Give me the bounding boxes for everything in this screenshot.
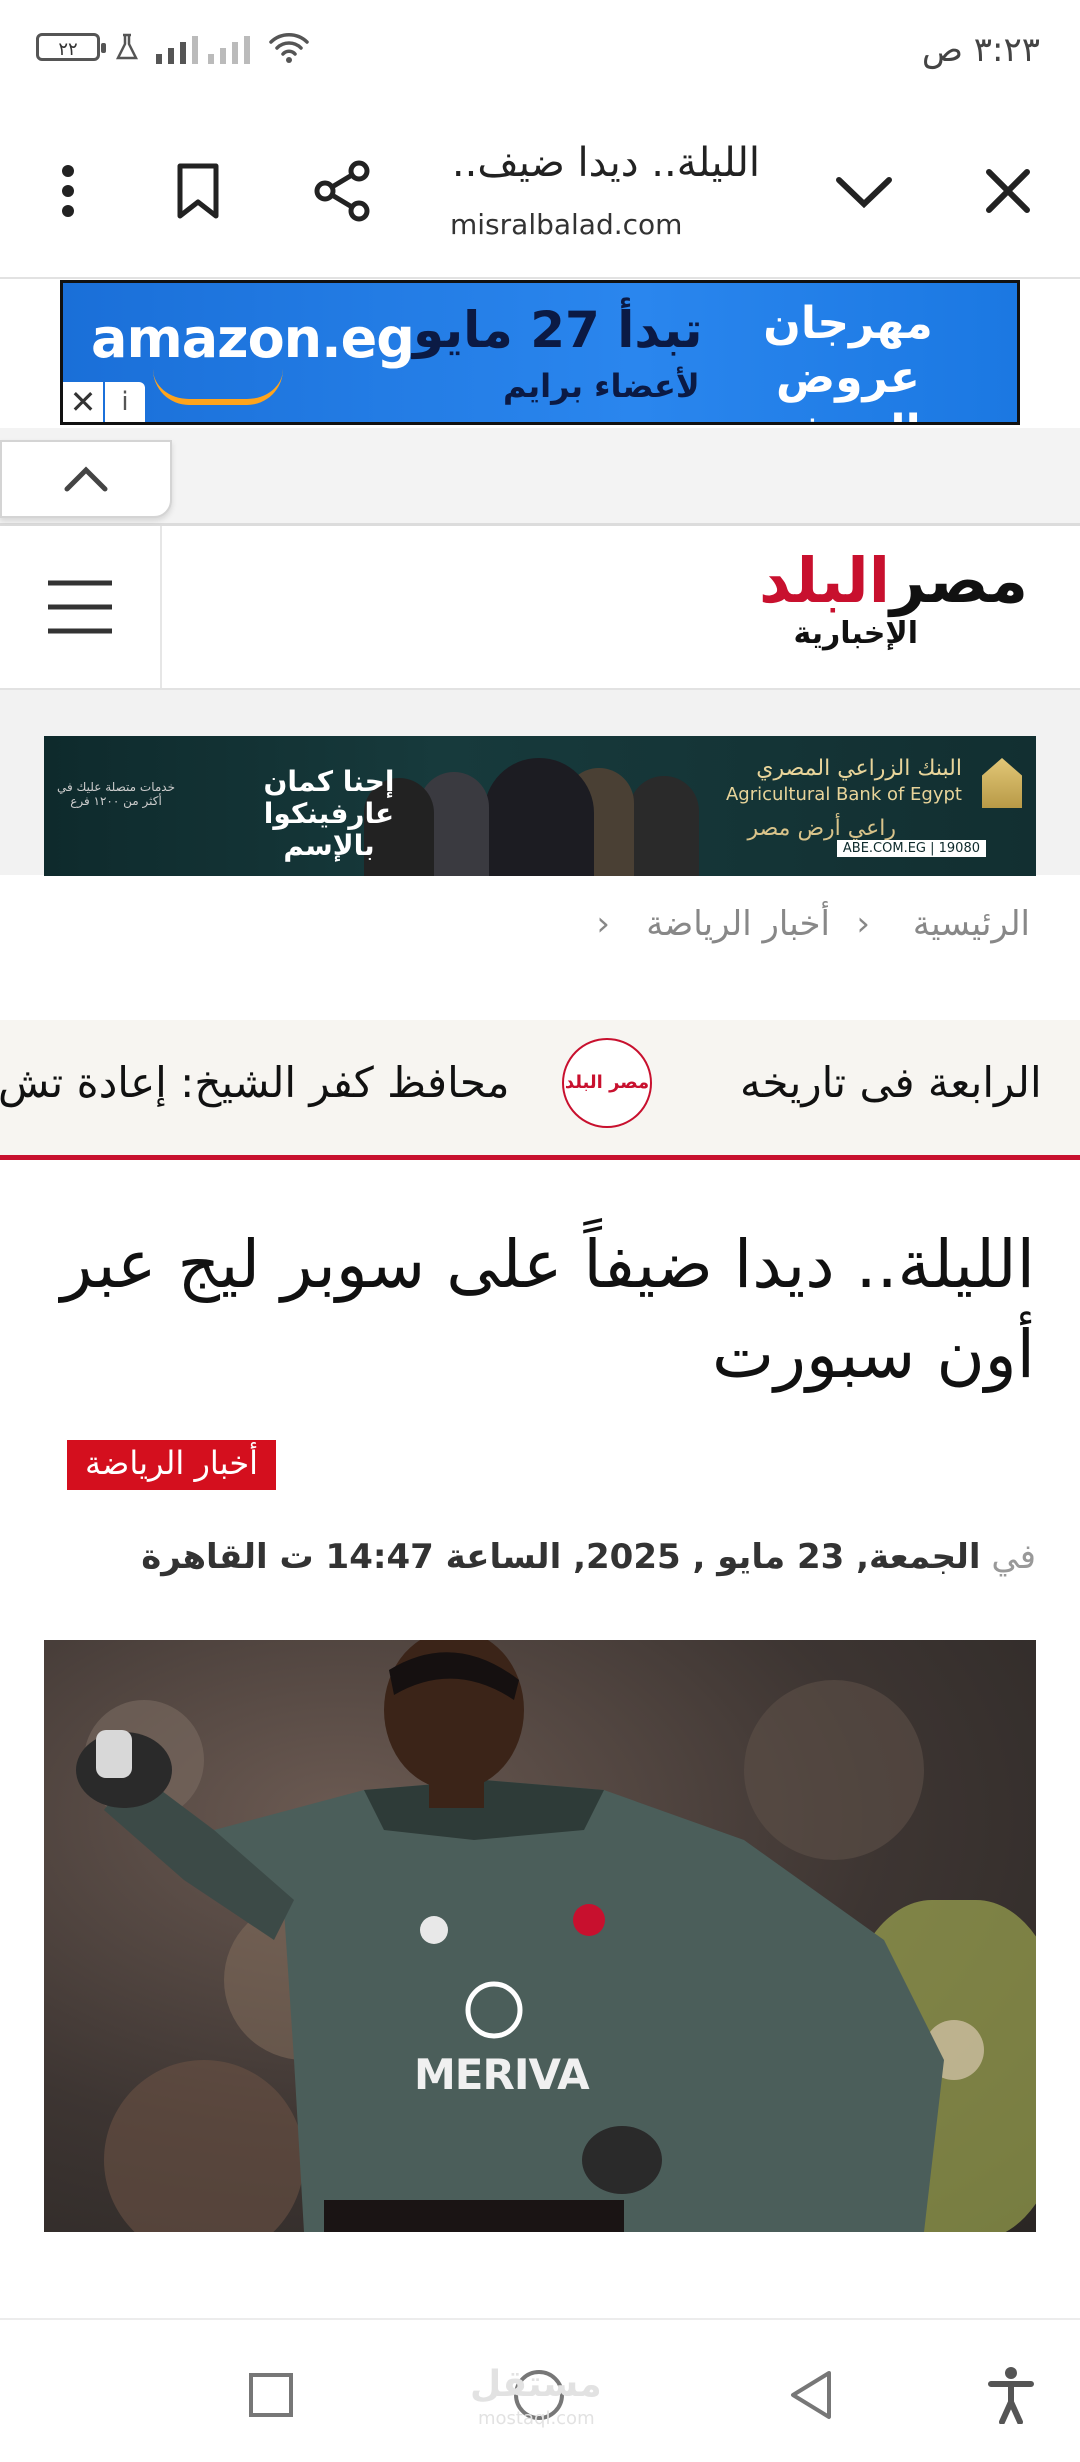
back-button[interactable] (776, 2360, 846, 2430)
recents-button[interactable] (236, 2360, 306, 2430)
square-icon (249, 2373, 293, 2417)
close-tab-button[interactable] (958, 141, 1058, 241)
bookmark-icon (177, 163, 219, 219)
ad-campaign-text: إحنا كمان عارفينكوا بالإسم (263, 765, 395, 862)
wifi-icon (269, 33, 309, 63)
page-url[interactable]: misralbalad.com (450, 208, 682, 241)
ad-collapse-strip (0, 428, 1080, 526)
expand-toolbar-button[interactable] (814, 141, 914, 241)
triangle-back-icon (791, 2371, 831, 2419)
bank-url: ABE.COM.EG | 19080 (836, 840, 986, 857)
bank-name-english: Agricultural Bank of Egypt (725, 784, 962, 805)
lab-flask-icon (115, 33, 139, 60)
hamburger-menu-button[interactable] (0, 526, 162, 688)
news-ticker[interactable]: محافظ كفر الشيخ: إعادة تش مصر البلد الرا… (0, 1020, 1080, 1160)
bank-name-arabic: البنك الزراعي المصري (756, 756, 962, 781)
close-icon (986, 169, 1030, 213)
browser-toolbar: الليلة.. ديدا ضيف.. misralbalad.com (0, 105, 1080, 279)
breadcrumb-section[interactable]: أخبار الرياضة (646, 904, 830, 944)
battery-icon: ٢٢ (36, 33, 106, 61)
system-nav-bar: مستقل mostaql.com (0, 2318, 1080, 2462)
breadcrumb-separator: ‹ (856, 904, 870, 944)
date-text: الجمعة, 23 مايو , 2025, الساعة 14:47 ت ا… (141, 1537, 981, 1577)
share-icon (314, 160, 370, 222)
bank-logo-icon (982, 758, 1022, 808)
article-photo[interactable]: MERIVA (44, 1640, 1036, 2232)
amazon-ad-banner[interactable]: amazon.eg تبدأ 27 مايو لأعضاء برايم مهرج… (60, 280, 1020, 425)
accessibility-button[interactable] (976, 2360, 1046, 2430)
collapse-ad-button[interactable] (0, 440, 172, 518)
ticker-item[interactable]: محافظ كفر الشيخ: إعادة تش (0, 1058, 510, 1107)
signal-icon (156, 36, 250, 64)
accessibility-icon (988, 2367, 1034, 2424)
status-icons: ٢٢ (36, 30, 310, 64)
status-bar: ٢٢ ٣:٢٣ ص (0, 0, 1080, 105)
logo-wordmark: مصرالبلد (759, 544, 1030, 617)
site-header: مصرالبلد الإخبارية (0, 526, 1080, 690)
ticker-item[interactable]: الرابعة فى تاريخه (740, 1058, 1042, 1107)
amazon-smile-logo (153, 369, 283, 405)
bank-slogan: راعي أرض مصر (747, 816, 896, 841)
goalkeeper-figure (76, 1640, 944, 2232)
breadcrumb-separator: ‹ (596, 904, 610, 944)
category-tag[interactable]: أخبار الرياضة (67, 1440, 276, 1490)
kebab-menu-icon (62, 165, 74, 217)
breadcrumb: الرئيسية ‹ أخبار الرياضة ‹ (0, 880, 1080, 980)
article-date: في الجمعة, 23 مايو , 2025, الساعة 14:47 … (46, 1537, 1036, 1577)
breadcrumb-home[interactable]: الرئيسية (913, 904, 1030, 944)
ad-close-icon[interactable]: ✕ (63, 382, 103, 422)
ad-person (484, 758, 594, 876)
ad-headline: تبدأ 27 مايو (413, 301, 703, 359)
bank-ad-section: البنك الزراعي المصري Agricultural Bank o… (0, 690, 1080, 876)
ad-person (629, 776, 699, 876)
hamburger-icon (48, 580, 112, 634)
ticker-logo: مصر البلد (562, 1038, 652, 1128)
logo-word-b: البلد (758, 544, 892, 617)
more-options-button[interactable] (18, 141, 118, 241)
logo-subtitle: الإخبارية (793, 616, 918, 651)
watermark: مستقل (470, 2364, 602, 2405)
chevron-down-icon (836, 177, 892, 208)
bookmark-button[interactable] (148, 141, 248, 241)
status-time: ٣:٢٣ ص (921, 30, 1040, 70)
chevron-up-icon (64, 466, 108, 492)
watermark-sub: mostaql.com (478, 2408, 595, 2429)
shirt-sponsor: MERIVA (414, 2050, 590, 2099)
logo-word-a: مصر (889, 544, 1030, 617)
share-button[interactable] (292, 141, 392, 241)
ad-tagline: خدمات متصلة عليك في أكثر من ١٢٠٠ فرع (56, 780, 175, 808)
ad-info-icon[interactable]: i (105, 382, 145, 422)
article-title: الليلة.. ديدا ضيفاً على سوبر ليج عبر أون… (60, 1226, 1035, 1393)
ad-brand: amazon.eg (91, 307, 415, 370)
bank-ad-banner[interactable]: البنك الزراعي المصري Agricultural Bank o… (44, 736, 1036, 876)
site-logo[interactable]: مصرالبلد الإخبارية (759, 544, 1030, 666)
ad-subline: لأعضاء برايم (503, 367, 700, 405)
page-title: الليلة.. ديدا ضيف.. (451, 140, 760, 186)
date-prefix: في (991, 1537, 1036, 1577)
ad-festival-title: مهرجان عروض الصيف (763, 298, 933, 422)
